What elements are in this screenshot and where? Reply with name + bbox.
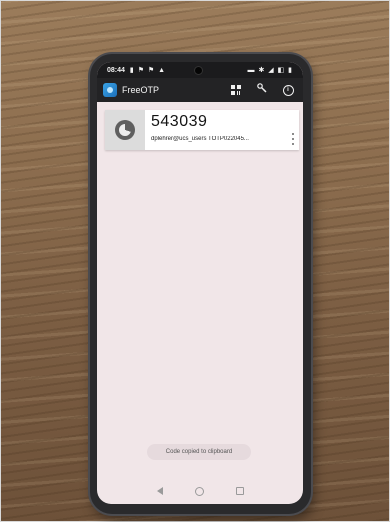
app-toolbar: FreeOTP i [97,78,303,102]
otp-code: 543039 [151,113,208,130]
freeotp-logo-icon [103,83,117,97]
token-label: dplehrer@ucs_users TOTP022045... [151,136,249,142]
token-overflow-menu-icon[interactable] [290,133,296,145]
toolbar-actions: i [230,83,297,97]
add-token-button[interactable] [256,83,268,97]
front-camera [195,67,202,74]
qr-code-icon [231,85,241,95]
countdown-timer-icon [115,120,135,140]
recents-square-icon[interactable] [235,487,244,495]
system-status-icons: ▬ ✱ ◢ ◧ ▮ [247,67,293,74]
status-time: 08:44 [107,66,125,74]
about-button[interactable]: i [282,84,294,96]
notification-icons: ▮ ⚑ ⚑ ▲ [129,67,167,74]
phone-screen: 08:44 ▮ ⚑ ⚑ ▲ ▬ ✱ ◢ ◧ ▮ FreeOTP i 543039… [97,62,303,504]
scan-qr-button[interactable] [230,84,242,96]
home-circle-icon[interactable] [194,486,204,496]
system-navigation-bar [97,478,303,504]
back-triangle-icon[interactable] [156,487,163,495]
token-card[interactable]: 543039 dplehrer@ucs_users TOTP022045... [105,110,299,150]
key-plus-icon [256,83,268,97]
clipboard-toast: Code copied to clipboard [147,444,251,460]
app-title: FreeOTP [122,85,160,95]
token-image [105,110,145,150]
info-icon: i [282,84,294,96]
